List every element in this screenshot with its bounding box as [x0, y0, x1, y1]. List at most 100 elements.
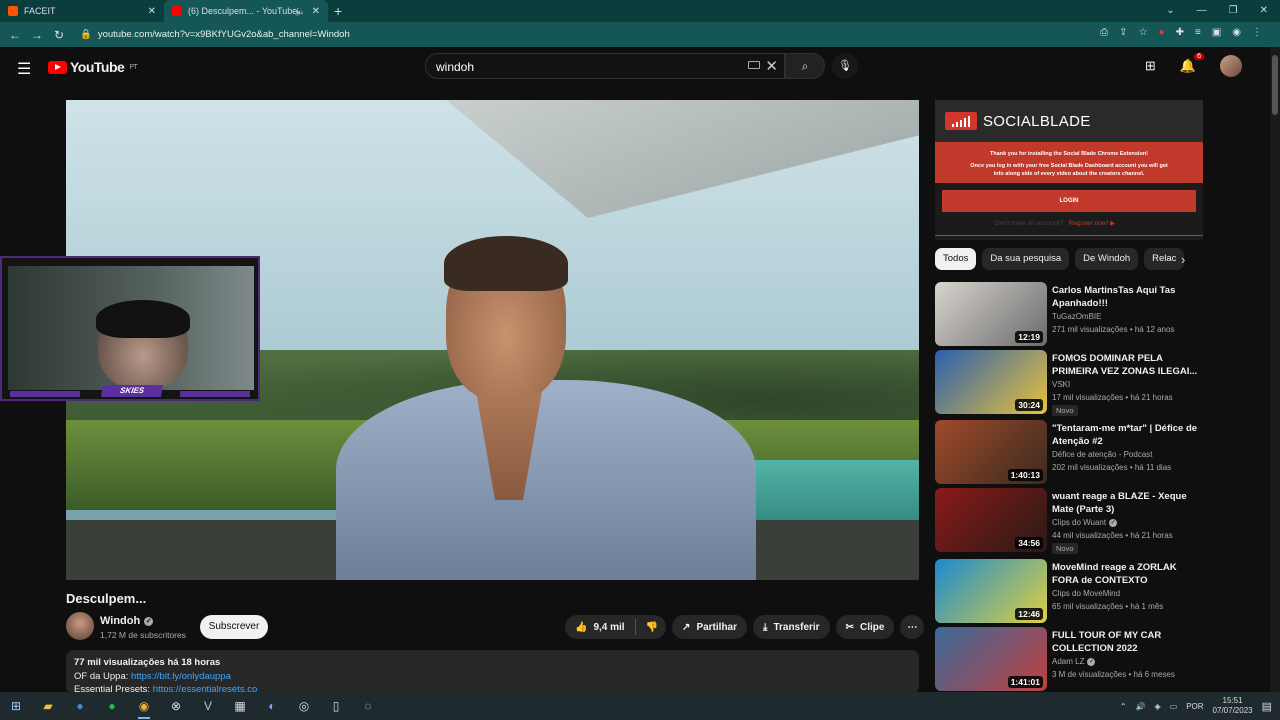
app-circle-icon[interactable]: ◌ [352, 692, 384, 720]
share-button[interactable]: ↗ Partilhar [672, 615, 748, 639]
taskbar-clock[interactable]: 15:51 07/07/2023 [1213, 696, 1253, 716]
subscribe-button[interactable]: Subscrever [200, 615, 268, 639]
scrollbar-thumb[interactable] [1272, 55, 1278, 115]
description-box[interactable]: 77 mil visualizações há 18 horas OF da U… [66, 650, 919, 695]
keyboard-icon[interactable] [748, 61, 760, 69]
spotify-icon[interactable]: ● [96, 692, 128, 720]
like-count[interactable]: 9,4 mil [593, 622, 624, 633]
socialblade-login-button[interactable]: LOGIN [942, 190, 1196, 212]
youtube-logo[interactable]: YouTube PT [48, 59, 138, 75]
clip-button[interactable]: ✂ Clipe [835, 615, 895, 639]
page-scrollbar[interactable] [1270, 47, 1280, 692]
language-indicator[interactable]: POR [1186, 702, 1203, 711]
video-thumbnail[interactable]: 12:46 [935, 559, 1047, 623]
xbox-icon[interactable]: ⊗ [160, 692, 192, 720]
windows-start-icon[interactable]: ⊞ [0, 692, 32, 720]
create-video-icon[interactable]: ⊞ [1145, 58, 1156, 74]
recommendation-channel[interactable]: TuGazOmBIE [1052, 312, 1102, 321]
dislike-icon[interactable]: 👎 [646, 622, 658, 633]
chip-from-search[interactable]: Da sua pesquisa [982, 248, 1070, 270]
discord-icon[interactable]: ◐ [256, 692, 288, 720]
recommendation-title[interactable]: "Tentaram-me m*tar" | Défice de Atenção … [1052, 422, 1202, 448]
file-icon[interactable]: ▯ [320, 692, 352, 720]
recommendation-item[interactable]: 12:46 MoveMind reage a ZORLAK FORA de CON… [935, 559, 1203, 625]
kebab-menu-icon[interactable]: ⋮ [1252, 27, 1262, 38]
chip-related[interactable]: Relac [1144, 248, 1185, 270]
recommendation-title[interactable]: MoveMind reage a ZORLAK FORA de CONTEXTO [1052, 561, 1202, 587]
extension-red-icon[interactable]: ● [1159, 27, 1165, 38]
close-tab-icon[interactable]: ✕ [312, 6, 320, 17]
valorant-icon[interactable]: V [192, 692, 224, 720]
register-link[interactable]: Register now! ▶ [1069, 220, 1116, 227]
recommendation-channel[interactable]: Adam LZ ✓ [1052, 657, 1096, 666]
recommendation-item[interactable]: 12:19 Carlos MartinsTas Aqui Tas Apanhado… [935, 282, 1203, 348]
clear-search-icon[interactable]: ✕ [765, 57, 778, 75]
search-input[interactable]: windoh ✕ [425, 53, 785, 79]
recommendation-item[interactable]: 1:41:01 FULL TOUR OF MY CAR COLLECTION 20… [935, 627, 1203, 693]
notifications-bell-icon[interactable]: 🔔 6 [1180, 53, 1204, 74]
description-link[interactable]: https://bit.ly/onlydauppa [131, 671, 231, 682]
recommendation-channel[interactable]: Défice de atenção - Podcast [1052, 450, 1153, 459]
search-button[interactable]: ⌕ [785, 53, 825, 79]
video-thumbnail[interactable]: 12:19 [935, 282, 1047, 346]
chip-all[interactable]: Todos [935, 248, 977, 270]
more-actions-button[interactable]: ⋯ [900, 615, 925, 639]
socialblade-header: SOCIALBLADE [935, 100, 1203, 142]
video-thumbnail[interactable]: 1:41:01 [935, 627, 1047, 691]
network-icon[interactable]: ◈ [1154, 702, 1160, 711]
recommendation-channel[interactable]: Clips do MoveMind [1052, 589, 1120, 598]
video-thumbnail[interactable]: 30:24 [935, 350, 1047, 414]
puzzle-icon[interactable]: ✚ [1176, 27, 1184, 38]
faceit-favicon-icon [8, 6, 18, 16]
recommendation-channel[interactable]: Clips do Wuant ✓ [1052, 518, 1118, 527]
tab-faceit[interactable]: FACEIT ✕ [0, 0, 164, 22]
account-avatar[interactable] [1220, 55, 1242, 77]
audio-icon[interactable]: 🔈 [295, 6, 306, 17]
chips-next-chevron-icon[interactable]: › [1181, 252, 1185, 267]
recommendation-item[interactable]: 1:40:13 "Tentaram-me m*tar" | Défice de A… [935, 420, 1203, 486]
close-window-icon[interactable]: ✕ [1260, 0, 1268, 22]
battery-icon[interactable]: ▭ [1170, 702, 1178, 711]
minimize-icon[interactable]: — [1197, 0, 1207, 22]
new-tab-button[interactable]: + [334, 3, 342, 19]
recommendation-channel[interactable]: VSKI [1052, 380, 1070, 389]
video-thumbnail[interactable]: 34:56 [935, 488, 1047, 552]
recommendation-item[interactable]: 34:56 wuant reage a BLAZE - Xeque Mate (P… [935, 488, 1203, 554]
roblox-icon[interactable]: ▦ [224, 692, 256, 720]
recommendation-item[interactable]: 30:24 FOMOS DOMINAR PELA PRIMEIRA VEZ ZON… [935, 350, 1203, 416]
chrome-icon[interactable]: ◉ [128, 692, 160, 720]
share-arrow-icon: ↗ [682, 621, 691, 633]
recommendation-title[interactable]: FULL TOUR OF MY CAR COLLECTION 2022 [1052, 629, 1202, 655]
steam-icon[interactable]: ◎ [288, 692, 320, 720]
tab-youtube[interactable]: (6) Desculpem... - YouTube 🔈 ✕ [164, 0, 328, 22]
notification-center-icon[interactable]: ▤ [1262, 700, 1272, 713]
forward-icon[interactable]: → [26, 28, 48, 42]
channel-name[interactable]: Windoh ✓ [100, 615, 154, 627]
video-thumbnail[interactable]: 1:40:13 [935, 420, 1047, 484]
recommendation-title[interactable]: Carlos MartinsTas Aqui Tas Apanhado!!! [1052, 284, 1202, 310]
download-button[interactable]: ⤓ Transferir [753, 615, 830, 639]
channel-avatar[interactable] [66, 612, 94, 640]
like-icon[interactable]: 👍 [575, 622, 587, 633]
install-icon[interactable]: ⎙ [1100, 27, 1108, 38]
app-blue-icon[interactable]: ● [64, 692, 96, 720]
recommendation-title[interactable]: wuant reage a BLAZE - Xeque Mate (Parte … [1052, 490, 1202, 516]
share-icon[interactable]: ⇪ [1119, 27, 1127, 38]
back-icon[interactable]: ← [4, 28, 26, 42]
close-tab-icon[interactable]: ✕ [148, 6, 156, 17]
voice-search-button[interactable]: 🎙 [832, 53, 858, 79]
volume-icon[interactable]: 🔊 [1136, 702, 1146, 711]
restore-icon[interactable]: ❐ [1229, 0, 1238, 22]
recommendation-title[interactable]: FOMOS DOMINAR PELA PRIMEIRA VEZ ZONAS IL… [1052, 352, 1202, 378]
hamburger-menu-icon[interactable]: ☰ [17, 59, 31, 79]
reload-icon[interactable]: ↻ [48, 28, 70, 42]
file-explorer-icon[interactable]: ▰ [32, 692, 64, 720]
profile-icon[interactable]: ◉ [1232, 27, 1241, 38]
bookmark-star-icon[interactable]: ☆ [1139, 27, 1148, 38]
tray-chevron-icon[interactable]: ⌃ [1120, 702, 1127, 711]
reading-list-icon[interactable]: ≡ [1195, 27, 1201, 38]
chip-from-channel[interactable]: De Windoh [1075, 248, 1139, 270]
tab-search-icon[interactable]: ⌄ [1166, 0, 1174, 22]
url-field[interactable]: 🔒 youtube.com/watch?v=x9BKfYUGv2o&ab_cha… [80, 26, 1080, 43]
side-panel-icon[interactable]: ▣ [1212, 27, 1221, 38]
